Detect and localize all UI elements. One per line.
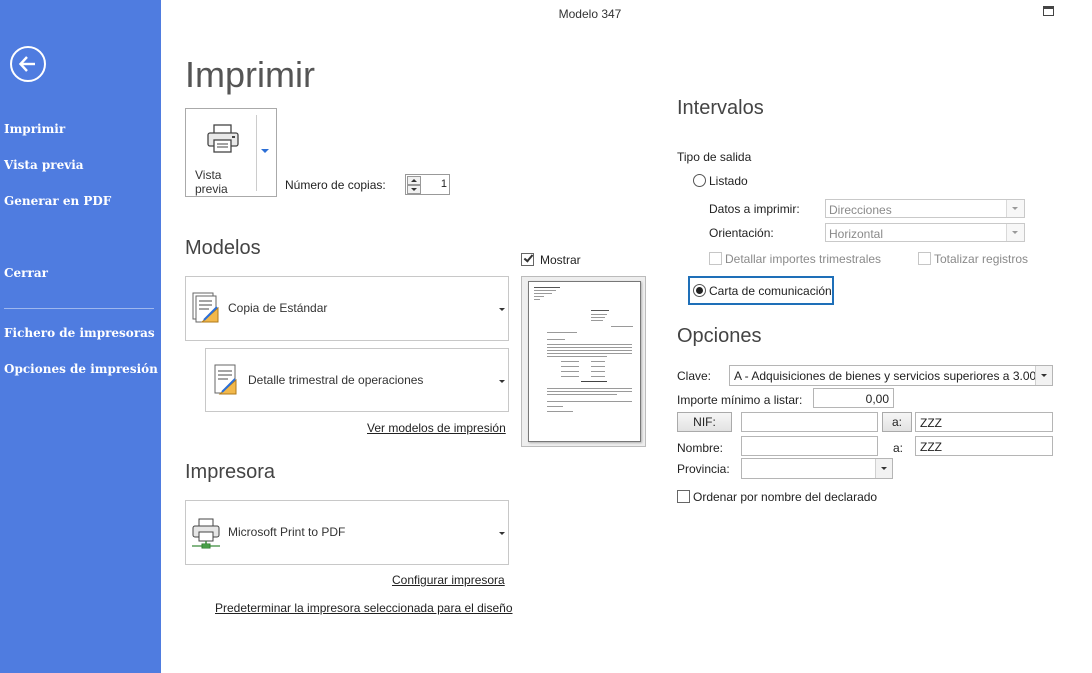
report-model-icon: [192, 292, 219, 323]
nombre-to-label: a:: [893, 441, 904, 455]
provincia-label: Provincia:: [677, 462, 730, 476]
provincia-select[interactable]: [741, 458, 893, 479]
print-preview-button[interactable]: Vista previa: [185, 108, 277, 197]
model-selector-2[interactable]: Detalle trimestral de operaciones: [205, 348, 509, 412]
listado-radio[interactable]: [693, 174, 706, 187]
detallar-checkbox[interactable]: [709, 252, 722, 265]
nif-to-value: ZZZ: [920, 416, 942, 430]
sidebar-item-generar-pdf[interactable]: Generar en PDF: [4, 194, 111, 208]
show-preview-label: Mostrar: [540, 253, 581, 267]
maximize-icon[interactable]: [1043, 6, 1054, 16]
sidebar-item-imprimir[interactable]: Imprimir: [4, 122, 65, 136]
chevron-down-icon: [1035, 366, 1052, 385]
totalizar-checkbox[interactable]: [918, 252, 931, 265]
datos-select[interactable]: Direcciones: [825, 199, 1025, 218]
sidebar-divider: [4, 308, 154, 309]
nif-to-button[interactable]: a:: [882, 412, 912, 432]
clave-label: Clave:: [677, 369, 712, 383]
chevron-down-icon[interactable]: [261, 149, 269, 153]
report-model-icon: [214, 364, 237, 395]
view-models-link[interactable]: Ver modelos de impresión: [367, 421, 506, 435]
totalizar-label: Totalizar registros: [934, 252, 1029, 266]
configure-printer-link[interactable]: Configurar impresora: [392, 573, 505, 587]
chevron-down-icon: [1006, 200, 1024, 217]
options-section-title: Opciones: [677, 325, 762, 347]
window-title: Modelo 347: [558, 7, 622, 21]
show-preview-checkbox[interactable]: [521, 252, 534, 266]
chevron-down-icon[interactable]: [499, 532, 505, 535]
network-printer-icon: [192, 518, 220, 549]
clave-value: A - Adquisiciones de bienes y servicios …: [734, 369, 1053, 383]
preview-page: [528, 281, 641, 442]
orientacion-value: Horizontal: [829, 227, 884, 241]
chevron-down-icon: [1006, 224, 1024, 241]
nombre-from-input[interactable]: [741, 436, 878, 456]
importe-input[interactable]: 0,00: [813, 388, 894, 408]
print-preview-label: Vista previa: [195, 168, 228, 196]
chevron-down-icon[interactable]: [499, 308, 505, 311]
model-1-label: Copia de Estándar: [228, 301, 328, 315]
set-default-printer-link[interactable]: Predeterminar la impresora seleccionada …: [215, 601, 513, 615]
split-divider: [256, 115, 257, 191]
nombre-to-value: ZZZ: [920, 440, 942, 454]
sidebar-item-cerrar[interactable]: Cerrar: [4, 266, 48, 280]
model-2-label: Detalle trimestral de operaciones: [248, 373, 424, 387]
checkmark-icon: [523, 252, 534, 263]
orientacion-label: Orientación:: [709, 226, 774, 240]
chevron-down-icon: [875, 459, 892, 478]
print-preview-thumbnail[interactable]: [521, 276, 646, 447]
page-title: Imprimir: [185, 54, 315, 95]
sidebar-item-fichero-impresoras[interactable]: Fichero de impresoras: [4, 326, 155, 340]
carta-radio[interactable]: [693, 284, 706, 297]
nombre-to-input[interactable]: ZZZ: [915, 436, 1053, 456]
printer-icon: [207, 124, 239, 153]
datos-label: Datos a imprimir:: [709, 202, 800, 216]
sidebar: Imprimir Vista previa Generar en PDF Cer…: [0, 0, 161, 673]
printer-section-title: Impresora: [185, 461, 276, 483]
chevron-down-icon[interactable]: [499, 380, 505, 383]
nif-to-input[interactable]: ZZZ: [915, 412, 1053, 432]
importe-value: 0,00: [865, 392, 889, 406]
copies-value: 1: [440, 178, 447, 190]
detallar-label: Detallar importes trimestrales: [725, 252, 882, 266]
nif-button[interactable]: NIF:: [677, 412, 732, 432]
intervals-section-title: Intervalos: [677, 97, 764, 119]
back-arrow-icon[interactable]: [10, 46, 46, 82]
models-section-title: Modelos: [185, 237, 261, 259]
nombre-label: Nombre:: [677, 441, 724, 455]
ordenar-label: Ordenar por nombre del declarado: [693, 490, 878, 504]
printer-selector[interactable]: Microsoft Print to PDF: [185, 500, 509, 565]
model-selector-1[interactable]: Copia de Estándar: [185, 276, 509, 341]
carta-label: Carta de comunicación: [709, 284, 832, 298]
stepper-down-icon[interactable]: [407, 185, 421, 194]
listado-label: Listado: [709, 174, 748, 188]
copies-label: Número de copias:: [285, 178, 386, 192]
datos-value: Direcciones: [829, 203, 892, 217]
importe-label: Importe mínimo a listar:: [677, 393, 803, 407]
ordenar-checkbox[interactable]: [677, 490, 690, 503]
copies-stepper[interactable]: 1: [405, 174, 450, 195]
orientacion-select[interactable]: Horizontal: [825, 223, 1025, 242]
stepper-up-icon[interactable]: [407, 176, 421, 185]
print-preview-main[interactable]: Vista previa: [186, 109, 256, 196]
sidebar-item-vista-previa[interactable]: Vista previa: [4, 158, 84, 172]
output-type-label: Tipo de salida: [677, 150, 752, 164]
nif-from-input[interactable]: [741, 412, 878, 432]
sidebar-item-opciones-impresion[interactable]: Opciones de impresión: [4, 362, 158, 376]
clave-select[interactable]: A - Adquisiciones de bienes y servicios …: [729, 365, 1053, 386]
printer-name: Microsoft Print to PDF: [228, 525, 346, 539]
